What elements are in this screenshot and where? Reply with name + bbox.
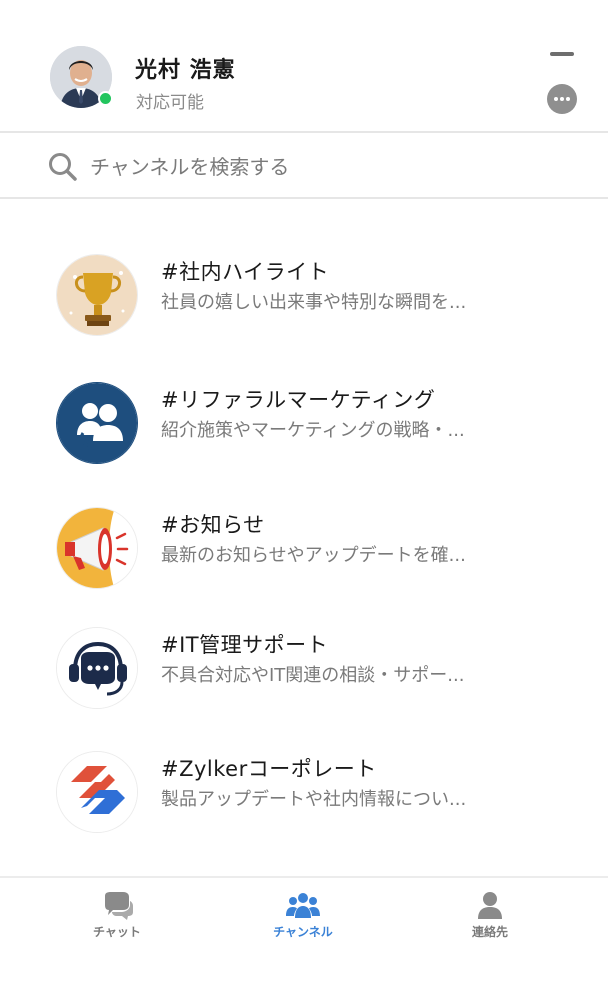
nav-label-channels: チャンネル [273,925,333,939]
more-options-icon[interactable] [547,84,577,114]
channel-name: #リファラルマーケティング [161,388,436,412]
nav-label-chat: チャット [93,925,141,939]
bottom-navigation: チャット チャンネル 連絡先 [0,876,608,982]
nav-tab-contacts[interactable]: 連絡先 [430,890,550,950]
channel-description: 最新のお知らせやアップデートを確... [161,545,466,566]
channel-name: #お知らせ [161,513,265,537]
nav-tab-chat[interactable]: チャット [57,890,177,950]
zylker-logo-icon [56,751,138,833]
trophy-icon [56,254,138,336]
search-icon [49,153,77,181]
channel-description: 不具合対応やIT関連の相談・サポー... [161,665,465,686]
nav-label-contacts: 連絡先 [471,925,508,939]
channel-name: #IT管理サポート [161,633,329,657]
channel-item[interactable]: #IT管理サポート 不具合対応やIT関連の相談・サポー... [0,627,608,727]
profile-header: 光村 浩憲 対応可能 [0,0,608,133]
channel-item[interactable]: #Zylkerコーポレート 製品アップデートや社内情報につい... [0,751,608,851]
headset-icon [56,627,138,709]
search-input[interactable] [90,147,570,187]
user-avatar[interactable] [50,46,113,108]
contact-person-icon [478,892,502,919]
channel-description: 製品アップデートや社内情報につい... [161,789,467,810]
nav-tab-channels[interactable]: チャンネル [243,890,363,950]
channel-search-bar [0,135,608,199]
channel-item[interactable]: #社内ハイライト 社員の嬉しい出来事や特別な瞬間を... [0,254,608,354]
channel-description: 紹介施策やマーケティングの戦略・... [161,420,465,441]
channel-item[interactable]: #お知らせ 最新のお知らせやアップデートを確... [0,507,608,607]
user-status[interactable]: 対応可能 [136,88,204,113]
presence-indicator [98,91,113,106]
minimize-icon[interactable] [550,50,574,58]
group-icon [286,893,320,918]
megaphone-icon [56,507,138,589]
channel-description: 社員の嬉しい出来事や特別な瞬間を... [161,292,467,313]
channel-name: #Zylkerコーポレート [161,757,377,781]
user-name: 光村 浩憲 [135,58,236,83]
channel-name: #社内ハイライト [161,260,330,284]
chat-bubbles-icon [105,892,133,920]
referral-users-icon [56,382,138,464]
channel-item[interactable]: #リファラルマーケティング 紹介施策やマーケティングの戦略・... [0,382,608,482]
